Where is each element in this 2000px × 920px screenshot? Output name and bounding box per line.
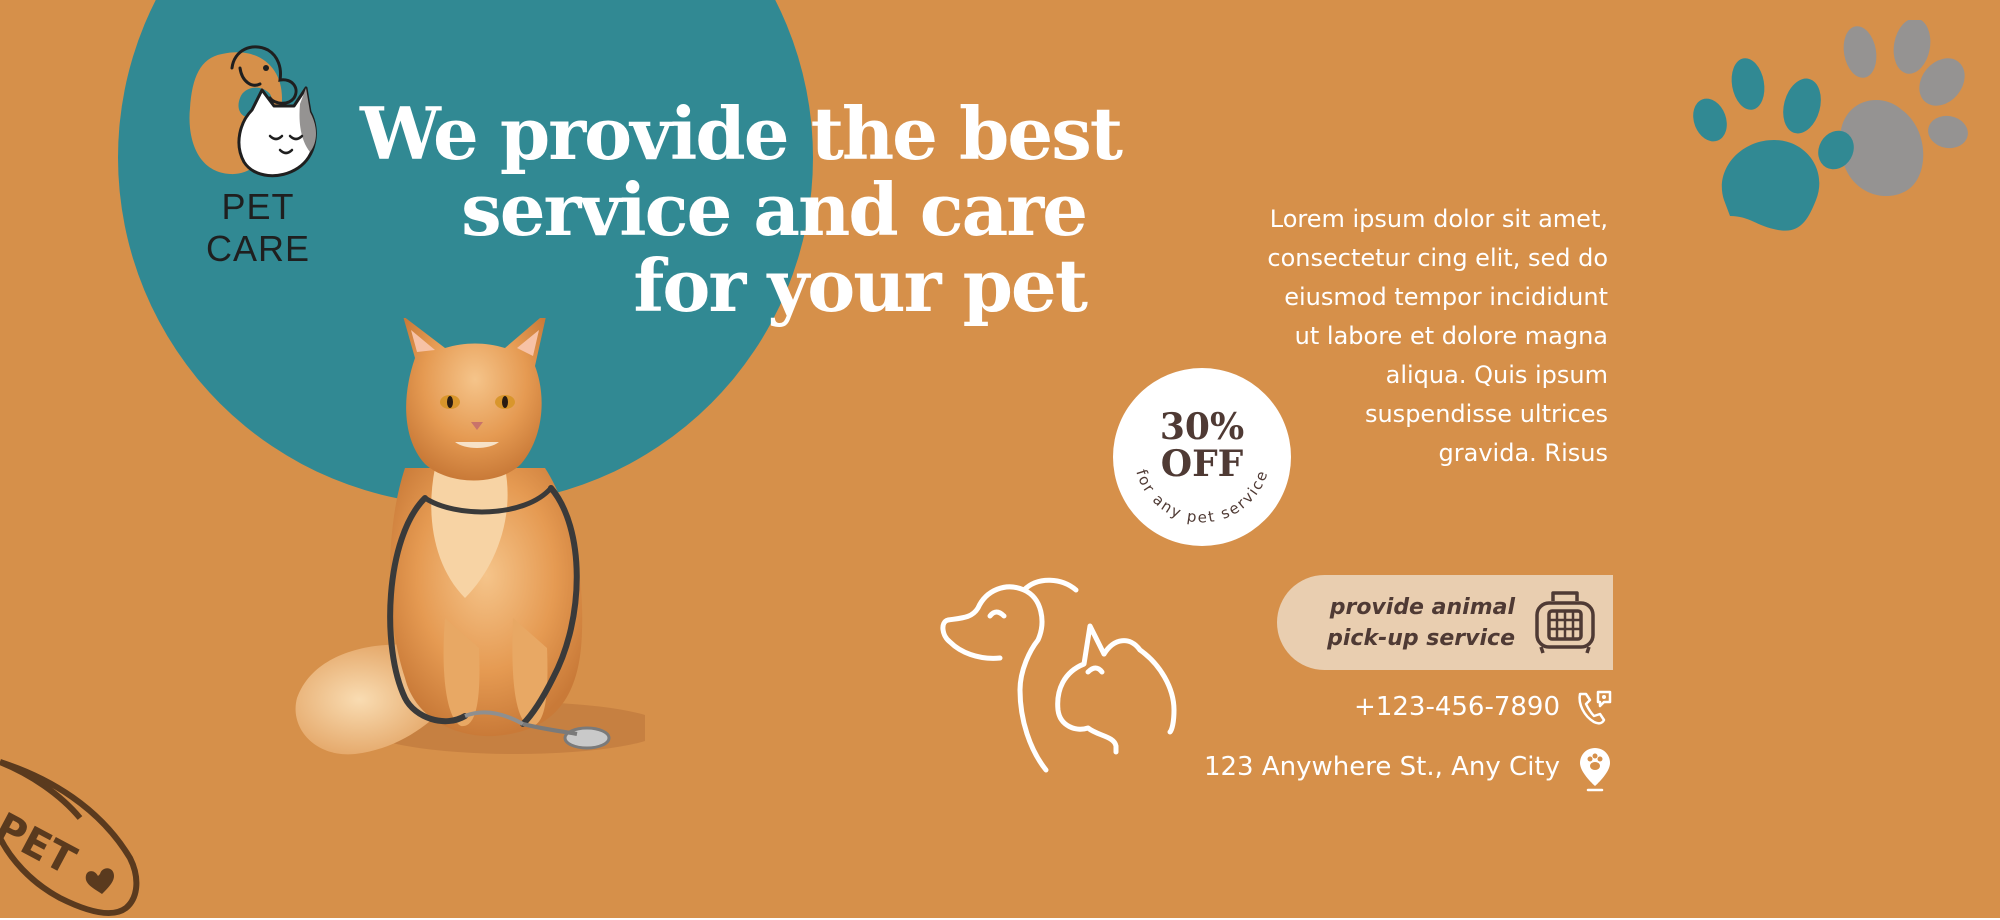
discount-caption: for any pet service — [1132, 467, 1270, 527]
discount-badge: 30% OFF for any pet service — [1113, 368, 1291, 546]
phone-icon — [1578, 690, 1612, 725]
phone-number: +123-456-7890 — [1354, 692, 1560, 722]
paw-prints-icon — [1693, 20, 1968, 231]
description-line: ut labore et dolore magna — [1294, 322, 1608, 350]
description-line: consectetur cing elit, sed do — [1267, 244, 1608, 272]
headline: We provide the best service and care for… — [360, 91, 1123, 328]
location-pin-icon — [1580, 748, 1610, 792]
discount-caption-arc: for any pet service — [1132, 467, 1272, 527]
description-line: eiusmod tempor incididunt — [1284, 283, 1608, 311]
pet-carrier-icon — [1535, 591, 1595, 654]
pickup-service-panel: provide animal pick-up service — [1277, 575, 1613, 670]
headline-line: service and care — [461, 167, 1088, 252]
pet-care-banner: PET CARE We provide the best service and… — [0, 0, 2000, 918]
pet-bowl-icon: PET — [0, 759, 140, 916]
headline-line: We provide the best — [360, 91, 1123, 176]
brand-logo: PET CARE — [168, 38, 348, 269]
headline-line: for your pet — [633, 243, 1088, 328]
bowl-text: PET — [0, 804, 84, 884]
pickup-line: provide animal — [1329, 595, 1515, 620]
brand-name: PET CARE — [205, 186, 311, 269]
cat-with-stethoscope-image — [295, 318, 645, 755]
description-line: Lorem ipsum dolor sit amet, — [1269, 205, 1608, 233]
dog-and-cat-logo-icon — [189, 45, 317, 178]
dog-and-cat-outline-icon — [940, 577, 1177, 773]
svg-text:for any pet service: for any pet service — [1132, 467, 1272, 527]
pickup-line: pick-up service — [1327, 626, 1515, 651]
address: 123 Anywhere St., Any City — [1203, 752, 1560, 782]
pickup-service-text: provide animal pick-up service — [1317, 592, 1515, 654]
